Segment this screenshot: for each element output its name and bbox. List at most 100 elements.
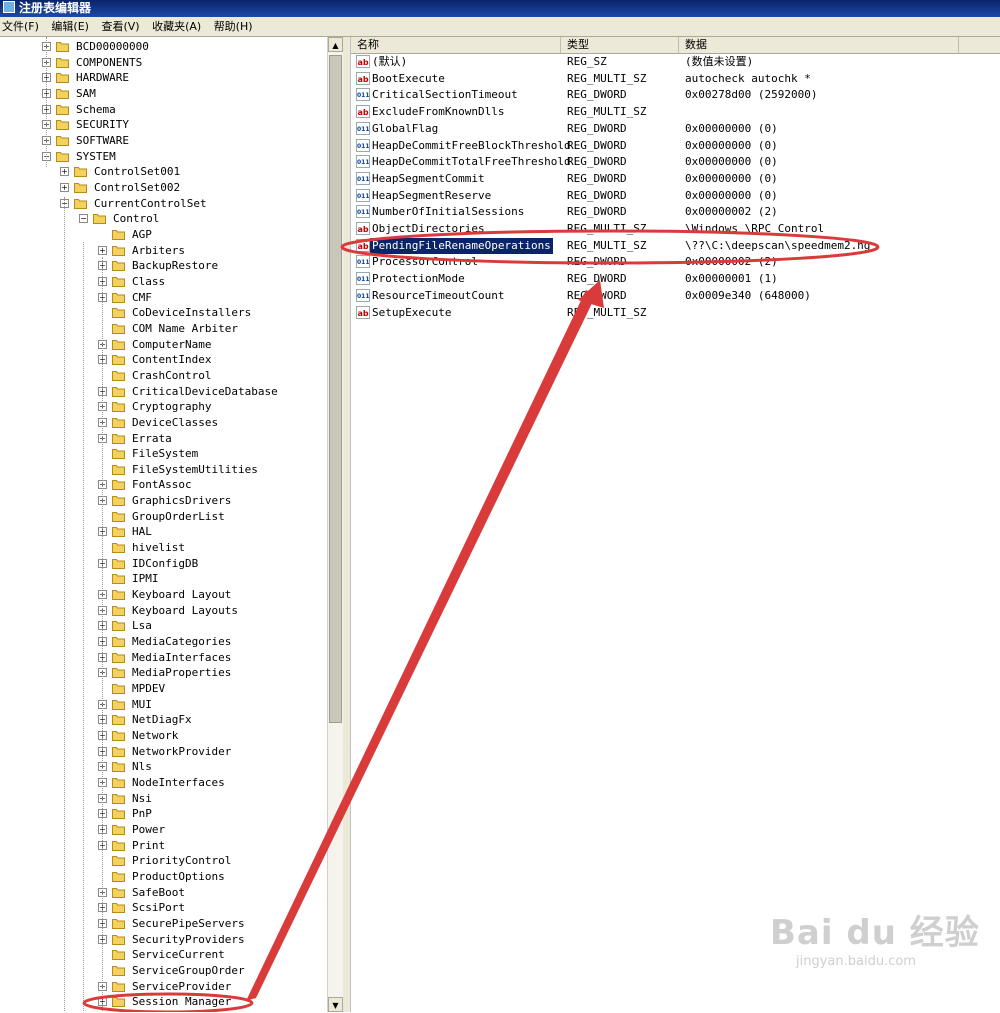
value-row[interactable]: ab ExcludeFromKnownDlls REG_MULTI_SZ xyxy=(351,104,1000,120)
tree-scrollbar[interactable]: ▲ ▼ xyxy=(327,37,344,1012)
binary-value-icon: 011 xyxy=(356,188,370,202)
window-title: 注册表编辑器 xyxy=(19,1,92,15)
values-list[interactable]: 名称 类型 数据 ab (默认) REG_SZ (数值未设置) ab BootExecut… xyxy=(351,37,1000,1012)
registry-tree[interactable]: + BCD00000000 + COMPONENTS + HARDWARE + SAM + Sch… xyxy=(0,37,344,1012)
tree-item-label: SecurePipeServers xyxy=(132,916,245,930)
menu-favorites[interactable]: 收藏夹(A) xyxy=(150,20,204,33)
expand-icon[interactable]: + xyxy=(60,167,69,177)
expand-icon[interactable]: + xyxy=(98,245,107,255)
folder-icon xyxy=(112,261,125,272)
folder-icon xyxy=(112,840,125,851)
value-row[interactable]: 011 ProcessorControl REG_DWORD 0x00000002 (… xyxy=(351,254,1000,270)
tree-item-label: MediaCategories xyxy=(132,635,232,649)
tree-item-label: SECURITY xyxy=(76,118,129,132)
folder-icon xyxy=(56,88,69,99)
folder-icon xyxy=(112,621,125,632)
folder-icon xyxy=(112,292,125,303)
tree-item-label: Control xyxy=(113,212,160,226)
string-value-icon: ab xyxy=(356,55,370,68)
tree-item-label: SOFTWARE xyxy=(76,133,129,147)
menu-help[interactable]: 帮助(H) xyxy=(212,20,256,33)
value-row[interactable]: 011 HeapDeCommitFreeBlockThreshold REG_DWO… xyxy=(351,138,1000,154)
folder-icon xyxy=(112,480,125,491)
scroll-down-button[interactable]: ▼ xyxy=(328,997,343,1012)
folder-icon xyxy=(112,276,125,287)
expand-icon[interactable]: + xyxy=(60,182,69,192)
folder-icon xyxy=(112,637,125,648)
folder-icon xyxy=(56,151,69,162)
folder-icon xyxy=(74,198,87,209)
value-row[interactable]: 011 HeapSegmentCommit REG_DWORD 0x00000000 … xyxy=(351,171,1000,187)
tree-item-label: Print xyxy=(132,838,166,852)
value-row[interactable]: 011 ProtectionMode REG_DWORD 0x00000001 (1) xyxy=(351,271,1000,287)
title-bar: 注册表编辑器 xyxy=(0,0,1000,17)
value-row[interactable]: 011 NumberOfInitialSessions REG_DWORD 0x000… xyxy=(351,204,1000,220)
folder-icon xyxy=(112,825,125,835)
column-data[interactable]: 数据 xyxy=(679,37,959,53)
tree-item-label: BackupRestore xyxy=(132,259,219,273)
scroll-thumb[interactable] xyxy=(329,55,342,723)
folder-icon xyxy=(112,903,125,914)
tree-item-label: Lsa xyxy=(132,619,152,633)
value-data: 0x00000000 (0) xyxy=(685,155,778,169)
value-type: REG_MULTI_SZ xyxy=(567,105,647,119)
tree-item-label: ProductOptions xyxy=(132,869,225,883)
tree-item-label: MediaInterfaces xyxy=(132,650,232,664)
value-name: ProtectionMode xyxy=(372,272,465,286)
value-type: REG_DWORD xyxy=(567,88,627,102)
tree-item-label: Cryptography xyxy=(132,400,212,414)
folder-icon xyxy=(112,308,125,319)
value-row[interactable]: ab BootExecute REG_MULTI_SZ autocheck autoc… xyxy=(351,71,1000,87)
value-data: 0x00000000 (0) xyxy=(685,188,778,202)
column-type[interactable]: 类型 xyxy=(561,37,679,53)
tree-item-label: Keyboard Layouts xyxy=(132,603,238,617)
folder-icon xyxy=(112,871,125,882)
column-name[interactable]: 名称 xyxy=(351,37,561,53)
value-row[interactable]: 011 HeapSegmentReserve REG_DWORD 0x00000000… xyxy=(351,188,1000,204)
value-row[interactable]: ab PendingFileRenameOperations REG_MULTI_S… xyxy=(351,237,1000,254)
value-row[interactable]: ab (默认) REG_SZ (数值未设置) xyxy=(351,54,1000,70)
folder-icon xyxy=(112,746,125,757)
folder-icon xyxy=(112,527,125,538)
value-row[interactable]: 011 ResourceTimeoutCount REG_DWORD 0x0009e3… xyxy=(351,288,1000,304)
value-data: 0x00000000 (0) xyxy=(685,138,778,152)
pane-splitter[interactable] xyxy=(343,37,351,1012)
value-name: BootExecute xyxy=(372,71,445,85)
value-data: \Windows \RPC Control xyxy=(685,222,825,235)
string-value-icon: ab xyxy=(356,305,370,319)
tree-item-label: BCD00000000 xyxy=(76,40,149,53)
tree-item-label: Nsi xyxy=(132,791,152,805)
tree-item-label: ControlSet002 xyxy=(94,180,181,194)
baidu-watermark: Bai du 经验 jingyan.baidu.com xyxy=(770,905,980,969)
value-name: ResourceTimeoutCount xyxy=(372,288,505,302)
string-value-icon: ab xyxy=(356,71,370,85)
value-data: (数值未设置) xyxy=(685,55,754,68)
value-row[interactable]: ab SetupExecute REG_MULTI_SZ xyxy=(351,305,1000,321)
binary-value-icon: 011 xyxy=(356,255,370,269)
menu-view[interactable]: 查看(V) xyxy=(99,20,142,33)
value-type: REG_DWORD xyxy=(567,155,627,169)
value-row[interactable]: ab ObjectDirectories REG_MULTI_SZ \Windows … xyxy=(351,221,1000,237)
value-row[interactable]: 011 CriticalSectionTimeout REG_DWORD 0x0027… xyxy=(351,87,1000,103)
folder-icon xyxy=(112,590,125,601)
folder-icon xyxy=(112,715,125,726)
tree-item-label: NetworkProvider xyxy=(132,744,232,758)
tree-item-label: Keyboard Layout xyxy=(132,588,232,602)
folder-icon xyxy=(56,104,69,115)
value-row[interactable]: 011 GlobalFlag REG_DWORD 0x00000000 (0) xyxy=(351,121,1000,137)
binary-value-icon: 011 xyxy=(356,88,370,102)
folder-icon xyxy=(112,997,125,1008)
folder-icon xyxy=(93,214,106,225)
folder-icon xyxy=(112,809,125,820)
string-value-icon: ab xyxy=(356,222,370,235)
folder-icon xyxy=(112,668,125,679)
value-row[interactable]: 011 HeapDeCommitTotalFreeThreshold REG_DWO… xyxy=(351,154,1000,170)
value-type: REG_DWORD xyxy=(567,171,627,185)
menu-edit[interactable]: 编辑(E) xyxy=(49,20,92,33)
collapse-icon[interactable]: − xyxy=(79,214,88,224)
tree-guide-line xyxy=(83,242,84,1012)
menu-file[interactable]: 文件(F) xyxy=(0,20,42,33)
tree-item-label: GraphicsDrivers xyxy=(132,494,232,508)
scroll-up-button[interactable]: ▲ xyxy=(328,37,343,52)
folder-icon xyxy=(112,762,125,773)
